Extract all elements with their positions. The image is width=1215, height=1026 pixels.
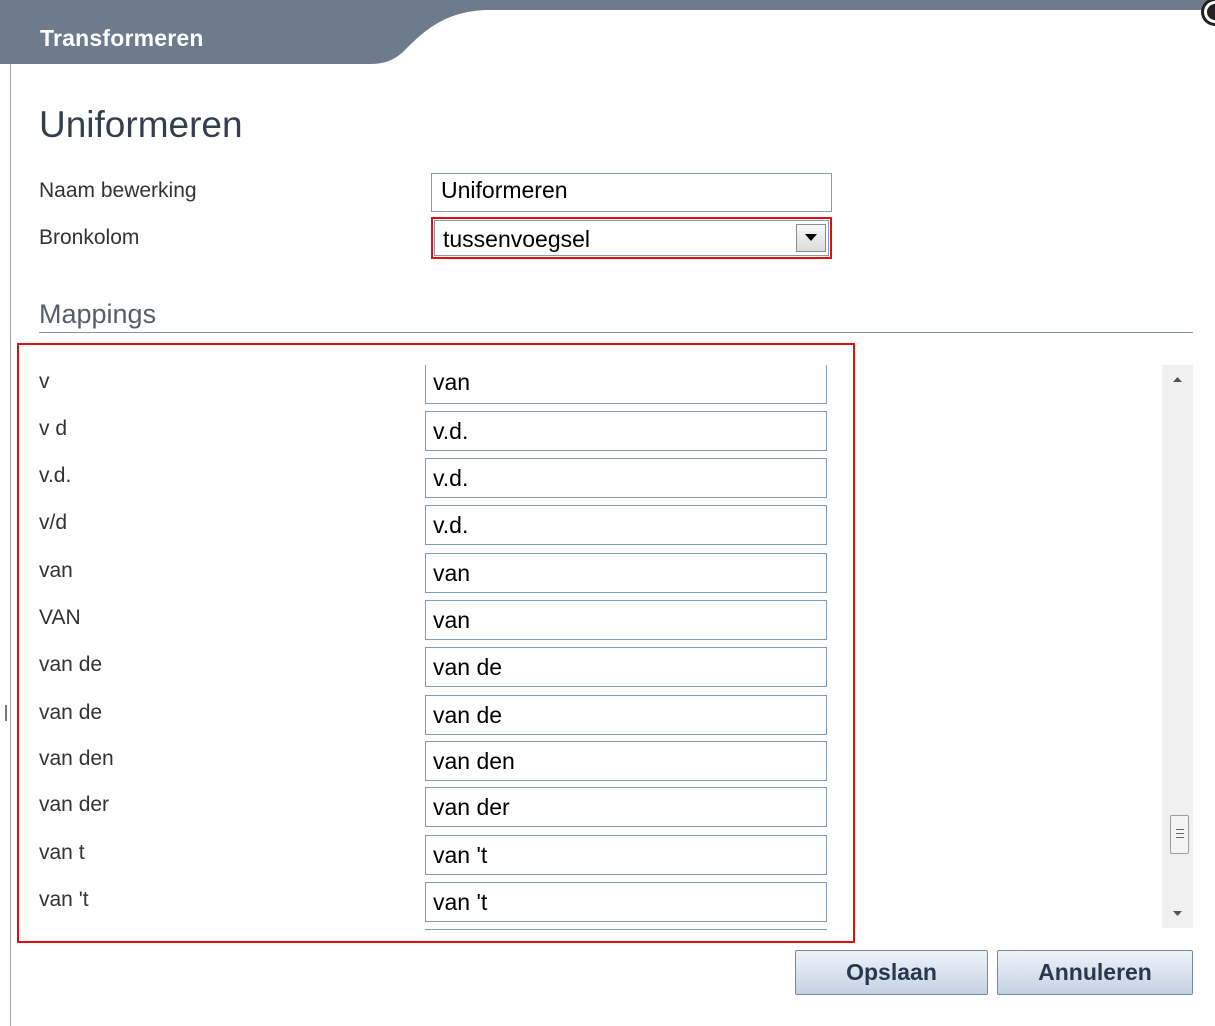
source-column-select[interactable]: tussenvoegsel: [434, 220, 829, 256]
transform-dialog: Transformeren Uniformeren Naam bewerking…: [0, 0, 1215, 1026]
mapping-target-input[interactable]: v.d.: [425, 458, 827, 498]
mappings-divider: [39, 332, 1193, 333]
name-field[interactable]: Uniformeren: [431, 173, 832, 212]
mapping-target-input[interactable]: van de: [425, 695, 827, 735]
mapping-target-input[interactable]: van der: [425, 787, 827, 827]
window-edge-mark: [5, 705, 7, 721]
mapping-row: v d v.d.: [20, 411, 1160, 458]
mapping-source-label: van 't: [39, 888, 89, 911]
mapping-row: VAN van: [20, 600, 1160, 647]
dialog-title: Transformeren: [40, 25, 204, 51]
mapping-row: van de van de: [20, 647, 1160, 694]
mapping-target-input[interactable]: v.d.: [425, 505, 827, 545]
save-button[interactable]: Opslaan: [795, 950, 988, 995]
mapping-source-label: VAN: [39, 606, 81, 629]
mapping-source-label: v.d.: [39, 464, 72, 487]
mapping-target-input[interactable]: van: [425, 600, 827, 640]
mapping-row: van der van der: [20, 787, 1160, 834]
mapping-row: v van: [20, 364, 1160, 411]
mapping-source-label: van der: [39, 793, 110, 816]
mapping-row: van van: [20, 553, 1160, 600]
mapping-target-input[interactable]: van den: [425, 741, 827, 781]
mapping-row: v/d v.d.: [20, 505, 1160, 552]
mapping-source-label: v d: [39, 417, 68, 440]
mapping-row: van 't van 't: [20, 882, 1160, 929]
mapping-row: v.d. v.d.: [20, 458, 1160, 505]
mapping-source-label: v/d: [39, 511, 68, 534]
mapping-source-label: van t: [39, 841, 85, 864]
dialog-left-border: [10, 64, 11, 1026]
scroll-up-icon[interactable]: [1162, 365, 1193, 391]
mapping-source-label: van: [39, 559, 73, 582]
page-title: Uniformeren: [39, 104, 243, 145]
next-row-edge: [425, 929, 827, 930]
mapping-source-label: van de: [39, 701, 103, 724]
mapping-source-label: van den: [39, 747, 114, 770]
mapping-target-input[interactable]: van de: [425, 647, 827, 687]
mappings-scrollbar[interactable]: [1162, 365, 1193, 928]
mapping-target-input[interactable]: van: [425, 553, 827, 593]
dropdown-button[interactable]: [796, 224, 826, 252]
cancel-button[interactable]: Annuleren: [997, 950, 1193, 995]
name-label: Naam bewerking: [39, 179, 197, 202]
mapping-target-input[interactable]: van 't: [425, 882, 827, 922]
scroll-thumb[interactable]: [1170, 815, 1189, 854]
mapping-target-input[interactable]: van 't: [425, 835, 827, 875]
mappings-title: Mappings: [39, 299, 157, 329]
mapping-row: van t van 't: [20, 835, 1160, 882]
mapping-source-label: v: [39, 370, 50, 393]
mapping-source-label: van de: [39, 653, 103, 676]
close-icon[interactable]: [1193, 0, 1215, 30]
source-column-value: tussenvoegsel: [443, 226, 591, 252]
source-column-label: Bronkolom: [39, 226, 140, 249]
mapping-row: van den van den: [20, 741, 1160, 788]
mappings-list[interactable]: v van v d v.d. v.d. v.d. v/d v.d. van van VAN van va…: [20, 364, 1193, 930]
mapping-target-input[interactable]: van: [425, 365, 827, 404]
mapping-row: van de van de: [20, 695, 1160, 742]
scroll-down-icon[interactable]: [1162, 902, 1193, 928]
chevron-down-icon: [805, 234, 817, 241]
mapping-target-input[interactable]: v.d.: [425, 411, 827, 451]
